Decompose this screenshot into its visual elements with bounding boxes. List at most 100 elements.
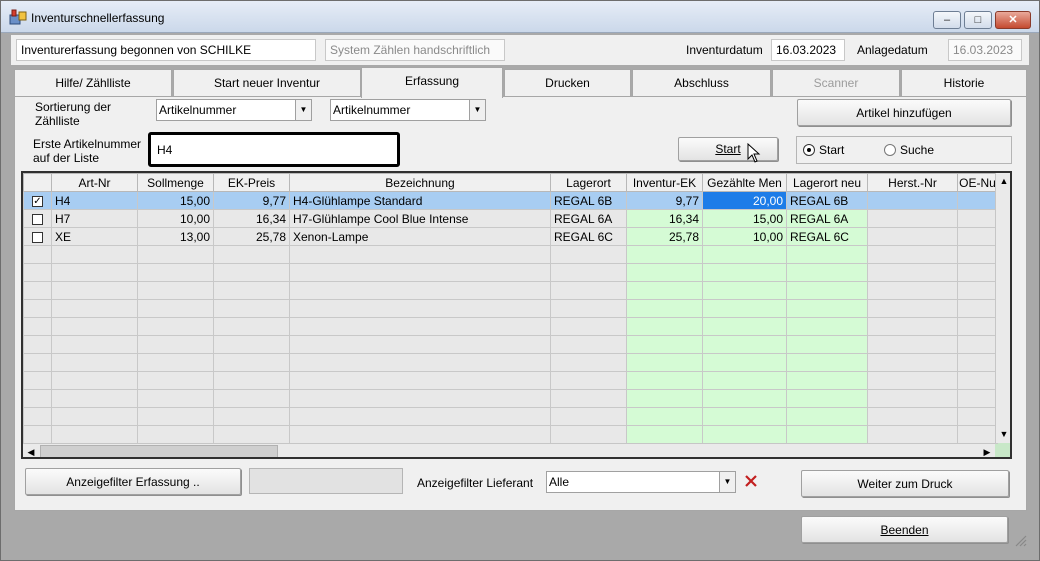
column-header[interactable]: Lagerort [550, 173, 627, 192]
column-header[interactable]: OE-Nu [957, 173, 998, 192]
cell-inventur-ek[interactable]: 25,78 [626, 227, 703, 246]
cell-art-nr: H4 [51, 191, 138, 210]
column-header[interactable]: Inventur-EK [626, 173, 703, 192]
tab-history[interactable]: Historie [901, 69, 1027, 96]
cell-ek-preis [213, 389, 290, 408]
chevron-down-icon[interactable]: ▼ [719, 472, 735, 492]
empty-row[interactable] [23, 371, 998, 390]
empty-row[interactable] [23, 353, 998, 372]
inventory-date-field[interactable]: 16.03.2023 [771, 39, 845, 61]
display-filter-button[interactable]: Anzeigefilter Erfassung .. [25, 468, 241, 495]
cell-lagerort-neu[interactable]: REGAL 6A [786, 209, 868, 228]
column-header[interactable]: Herst.-Nr [867, 173, 958, 192]
column-header[interactable]: Gezählte Men [702, 173, 787, 192]
checkbox-checked-icon[interactable]: ✓ [32, 195, 43, 207]
add-article-button[interactable]: Artikel hinzufügen [797, 99, 1011, 126]
cell-inventur-ek [626, 389, 703, 408]
cell-lagerort-neu [786, 335, 868, 354]
scroll-down-icon[interactable]: ▼ [996, 426, 1010, 442]
to-print-button[interactable]: Weiter zum Druck [801, 470, 1009, 497]
table-row[interactable]: H7 10,00 16,34 H7-Glühlampe Cool Blue Inten… [23, 209, 998, 228]
row-checkbox-cell[interactable]: ✓ [23, 191, 52, 210]
empty-row[interactable] [23, 335, 998, 354]
chevron-down-icon[interactable]: ▼ [295, 100, 311, 120]
chevron-down-icon[interactable]: ▼ [469, 100, 485, 120]
first-article-input[interactable]: H4 [148, 132, 400, 167]
tab-capture[interactable]: Erfassung [361, 67, 503, 98]
radio-search-label[interactable]: Suche [900, 143, 934, 157]
row-checkbox-cell[interactable] [23, 209, 52, 228]
first-article-label: Erste Artikelnummer auf der Liste [33, 137, 142, 165]
vertical-scrollbar[interactable]: ▲ ▼ [995, 173, 1010, 443]
close-button[interactable]: ✕ [995, 11, 1031, 29]
empty-row[interactable] [23, 263, 998, 282]
cell-sollmenge [137, 317, 214, 336]
empty-row[interactable] [23, 317, 998, 336]
row-checkbox-cell[interactable] [23, 227, 52, 246]
checkbox-icon[interactable] [32, 213, 43, 225]
cell-oe-nr [957, 299, 998, 318]
sort-select-2[interactable]: Artikelnummer ▼ [330, 99, 486, 121]
resize-grip-icon[interactable] [1013, 533, 1027, 547]
exit-button[interactable]: Beenden [801, 516, 1008, 543]
column-header[interactable]: Art-Nr [51, 173, 138, 192]
scroll-left-icon[interactable]: ◀ [23, 444, 39, 457]
cell-herst-nr [867, 209, 958, 228]
inventory-grid[interactable]: Art-Nr Sollmenge EK-Preis Bezeichnung Lagero… [21, 171, 1012, 459]
cell-inventur-ek [626, 371, 703, 390]
tab-start-new-inventory[interactable]: Start neuer Inventur [173, 69, 361, 96]
title-bar[interactable]: Inventurschnellerfassung – □ ✕ [1, 1, 1039, 33]
radio-search[interactable] [884, 144, 896, 156]
horizontal-scroll-thumb[interactable] [40, 445, 278, 457]
cell-ek-preis: 16,34 [213, 209, 290, 228]
empty-row[interactable] [23, 407, 998, 426]
column-header[interactable]: Sollmenge [137, 173, 214, 192]
scroll-up-icon[interactable]: ▲ [996, 173, 1010, 189]
cell-gezaehlt[interactable]: 15,00 [702, 209, 787, 228]
maximize-button[interactable]: □ [964, 11, 992, 29]
cell-sollmenge [137, 281, 214, 300]
empty-row[interactable] [23, 389, 998, 408]
tab-scanner: Scanner [772, 69, 900, 96]
cell-gezaehlt[interactable]: 20,00 [702, 191, 787, 210]
empty-row[interactable] [23, 245, 998, 264]
empty-row[interactable] [23, 281, 998, 300]
cell-sollmenge [137, 407, 214, 426]
cell-art-nr [51, 263, 138, 282]
radio-start[interactable] [803, 144, 815, 156]
cell-art-nr [51, 389, 138, 408]
cell-lagerort-neu[interactable]: REGAL 6C [786, 227, 868, 246]
cell-lagerort-neu[interactable]: REGAL 6B [786, 191, 868, 210]
checkbox-icon[interactable] [32, 231, 43, 243]
column-header[interactable]: Bezeichnung [289, 173, 551, 192]
cell-gezaehlt [702, 389, 787, 408]
supplier-filter-select[interactable]: Alle ▼ [546, 471, 736, 493]
column-header[interactable]: EK-Preis [213, 173, 290, 192]
cell-inventur-ek[interactable]: 16,34 [626, 209, 703, 228]
cell-gezaehlt[interactable]: 10,00 [702, 227, 787, 246]
cell-oe-nr [957, 371, 998, 390]
tab-help-count-list[interactable]: Hilfe/ Zählliste [14, 69, 172, 96]
table-row[interactable]: XE 13,00 25,78 Xenon-Lampe REGAL 6C 25,78 10,0… [23, 227, 998, 246]
sort-select-2-value: Artikelnummer [333, 103, 411, 117]
horizontal-scrollbar[interactable]: ◀ ▶ [23, 443, 995, 457]
cell-herst-nr [867, 191, 958, 210]
scroll-right-icon[interactable]: ▶ [979, 444, 995, 457]
empty-row[interactable] [23, 299, 998, 318]
sort-select-1[interactable]: Artikelnummer ▼ [156, 99, 312, 121]
minimize-button[interactable]: – [933, 11, 961, 29]
cell-ek-preis [213, 317, 290, 336]
column-header[interactable]: Lagerort neu [786, 173, 868, 192]
radio-start-label[interactable]: Start [819, 143, 844, 157]
tab-print[interactable]: Drucken [504, 69, 631, 96]
column-header[interactable] [23, 173, 52, 192]
cell-ek-preis [213, 371, 290, 390]
tab-closing[interactable]: Abschluss [632, 69, 771, 96]
table-row[interactable]: ✓ H4 15,00 9,77 H4-Glühlampe Standard REGAL 6… [23, 191, 998, 210]
empty-row[interactable] [23, 425, 998, 444]
cell-inventur-ek[interactable]: 9,77 [626, 191, 703, 210]
clear-filter-icon[interactable] [744, 474, 758, 491]
supplier-filter-label: Anzeigefilter Lieferant [417, 476, 534, 490]
start-button[interactable]: Start [678, 137, 778, 161]
cell-herst-nr [867, 371, 958, 390]
